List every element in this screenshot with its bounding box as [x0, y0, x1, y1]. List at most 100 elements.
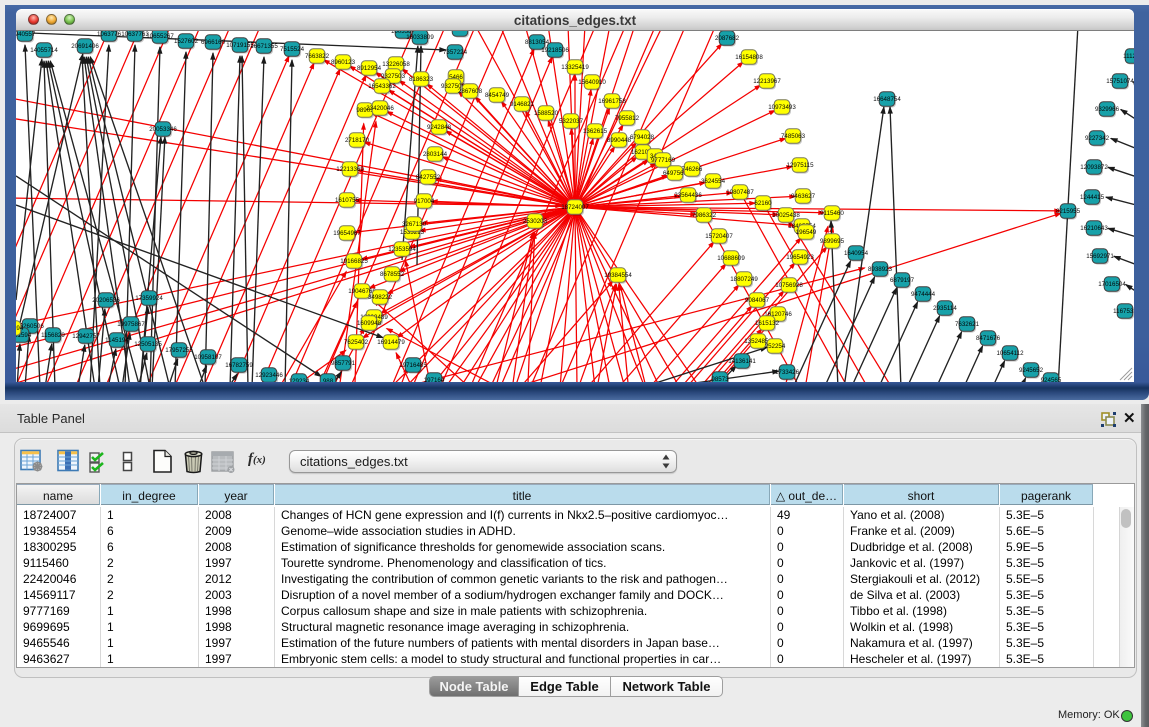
svg-text:7632621: 7632621: [955, 321, 980, 328]
svg-text:8938923: 8938923: [868, 266, 893, 273]
svg-text:3498222: 3498222: [368, 294, 393, 301]
svg-text:988: 988: [323, 378, 334, 382]
svg-text:10654112: 10654112: [996, 350, 1024, 357]
svg-text:16671355: 16671355: [250, 43, 278, 50]
svg-text:10807487: 10807487: [726, 189, 754, 196]
svg-text:881305: 881305: [450, 31, 471, 33]
svg-text:196549: 196549: [796, 229, 817, 236]
svg-text:9777169: 9777169: [651, 157, 676, 164]
svg-text:8678552: 8678552: [380, 271, 405, 278]
svg-text:9084067: 9084067: [745, 297, 770, 304]
svg-text:16543362: 16543362: [368, 83, 396, 90]
svg-text:8912954: 8912954: [357, 65, 382, 72]
svg-text:9857791: 9857791: [331, 360, 356, 367]
svg-text:7986322: 7986322: [692, 212, 717, 219]
svg-text:19654967: 19654967: [333, 230, 361, 237]
svg-text:10975867: 10975867: [117, 321, 145, 328]
svg-text:6794028: 6794028: [630, 134, 655, 141]
svg-text:16648754: 16648754: [873, 96, 901, 103]
svg-text:1156829: 1156829: [41, 332, 65, 339]
svg-text:19218506: 19218506: [541, 47, 569, 54]
svg-text:12213369: 12213369: [336, 166, 364, 173]
svg-text:9463627: 9463627: [791, 193, 816, 200]
svg-text:5322037: 5322037: [559, 118, 584, 125]
svg-text:9474444: 9474444: [911, 291, 936, 298]
svg-text:9245652: 9245652: [1019, 367, 1044, 374]
svg-text:129234: 129234: [289, 378, 310, 382]
svg-text:19716485: 19716485: [399, 362, 427, 369]
svg-text:8454749: 8454749: [485, 92, 510, 99]
svg-text:17957255: 17957255: [165, 347, 193, 354]
svg-text:746266: 746266: [682, 166, 703, 173]
svg-text:1615132: 1615132: [755, 320, 780, 327]
svg-text:13325419: 13325419: [561, 64, 589, 71]
svg-text:8813054: 8813054: [525, 39, 550, 46]
svg-text:16210643: 16210643: [1080, 225, 1108, 232]
svg-text:17359924: 17359924: [135, 295, 163, 302]
svg-text:16033809: 16033809: [406, 34, 434, 41]
svg-text:8960123: 8960123: [331, 59, 356, 66]
svg-text:12093872: 12093872: [1080, 164, 1108, 171]
svg-text:98573: 98573: [711, 376, 729, 382]
svg-text:3267130: 3267130: [402, 221, 427, 228]
svg-text:15640910: 15640910: [578, 79, 606, 86]
svg-text:15751074: 15751074: [1106, 78, 1134, 85]
svg-text:1244415: 1244415: [1080, 194, 1105, 201]
svg-text:7357224: 7357224: [443, 49, 468, 56]
svg-text:12353594: 12353594: [388, 246, 416, 253]
svg-text:16782759: 16782759: [225, 362, 253, 369]
svg-text:17016504: 17016504: [1098, 281, 1126, 288]
svg-text:14136141: 14136141: [728, 358, 756, 365]
svg-text:20691406: 20691406: [71, 43, 99, 50]
svg-text:1588520: 1588520: [534, 110, 559, 117]
svg-text:10655267: 10655267: [146, 33, 174, 40]
svg-text:1527602: 1527602: [174, 38, 199, 45]
svg-text:7955812: 7955812: [615, 115, 640, 122]
svg-text:18807249: 18807249: [730, 276, 758, 283]
svg-text:197164: 197164: [424, 377, 445, 382]
svg-text:2530203: 2530203: [523, 218, 548, 225]
svg-text:12923446: 12923446: [255, 372, 283, 379]
svg-text:10688609: 10688609: [717, 255, 745, 262]
svg-text:1609948: 1609948: [357, 320, 382, 327]
svg-text:924565: 924565: [1041, 377, 1062, 382]
svg-text:8427552: 8427552: [416, 174, 441, 181]
svg-text:9242848: 9242848: [427, 124, 452, 131]
svg-text:2803144: 2803144: [423, 151, 448, 158]
svg-text:12942757: 12942757: [72, 333, 100, 340]
svg-text:10637763: 10637763: [121, 31, 149, 38]
svg-text:533594: 533594: [16, 325, 24, 332]
svg-text:10973493: 10973493: [768, 104, 796, 111]
svg-text:8990448: 8990448: [607, 137, 632, 144]
svg-text:7625402: 7625402: [344, 339, 369, 346]
svg-text:19654923: 19654923: [786, 254, 814, 261]
svg-text:1167533: 1167533: [1113, 308, 1134, 315]
svg-text:20206536: 20206536: [92, 297, 120, 304]
svg-text:1063776: 1063776: [97, 31, 122, 38]
svg-text:2867608: 2867608: [458, 88, 483, 95]
svg-text:1145194: 1145194: [105, 337, 129, 344]
svg-text:12975115: 12975115: [786, 162, 814, 169]
svg-text:10756928: 10756928: [775, 282, 803, 289]
svg-text:8471676: 8471676: [976, 335, 1001, 342]
svg-text:7485063: 7485063: [781, 133, 806, 140]
svg-text:16961758: 16961758: [598, 98, 626, 105]
svg-text:12505135: 12505135: [134, 341, 162, 348]
svg-text:1640954: 1640954: [844, 250, 869, 257]
svg-text:9329966: 9329966: [1095, 106, 1120, 113]
svg-text:111256: 111256: [1123, 53, 1134, 60]
svg-text:6879197: 6879197: [890, 277, 915, 284]
svg-text:2087682: 2087682: [715, 35, 740, 42]
svg-text:9115460: 9115460: [820, 210, 844, 217]
svg-text:18724007: 18724007: [561, 204, 589, 211]
svg-text:19384554: 19384554: [604, 272, 632, 279]
svg-text:16154808: 16154808: [735, 54, 763, 61]
svg-text:23564436: 23564436: [674, 192, 702, 199]
svg-text:13226058: 13226058: [382, 61, 410, 68]
svg-text:9146821: 9146821: [510, 101, 535, 108]
svg-text:8186323: 8186323: [409, 76, 434, 83]
svg-text:2718170: 2718170: [345, 137, 370, 144]
svg-text:8215955: 8215955: [1056, 208, 1081, 215]
svg-text:9227342: 9227342: [1085, 135, 1110, 142]
svg-text:12213967: 12213967: [753, 78, 781, 85]
